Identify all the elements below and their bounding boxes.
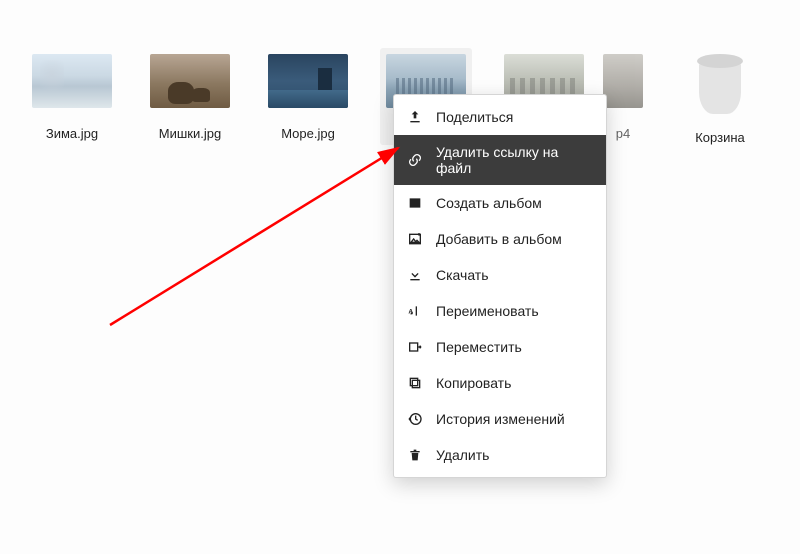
menu-move[interactable]: Переместить [394,329,606,365]
menu-label: Скачать [436,267,489,283]
file-label: Зима.jpg [46,126,98,141]
file-thumbnail [150,54,230,108]
file-thumbnail [268,54,348,108]
download-icon [406,266,424,284]
trash-icon [697,54,743,114]
file-item[interactable]: Мишки.jpg [144,48,236,145]
menu-delete[interactable]: Удалить [394,437,606,473]
svg-text:A: A [408,309,413,316]
menu-copy[interactable]: Копировать [394,365,606,401]
menu-rename[interactable]: A Переименовать [394,293,606,329]
move-icon [406,338,424,356]
menu-label: Переместить [436,339,522,355]
file-item[interactable]: Зима.jpg [26,48,118,145]
file-label: Море.jpg [281,126,335,141]
menu-label: Удалить ссылку на файл [436,144,592,176]
trash-small-icon [406,446,424,464]
history-icon [406,410,424,428]
image-icon [406,194,424,212]
rename-icon: A [406,302,424,320]
image-add-icon [406,230,424,248]
file-thumbnail [32,54,112,108]
menu-add-to-album[interactable]: Добавить в альбом [394,221,606,257]
file-thumbnail [603,54,643,108]
annotation-arrow [100,130,420,330]
menu-history[interactable]: История изменений [394,401,606,437]
menu-share[interactable]: Поделиться [394,99,606,135]
menu-label: Добавить в альбом [436,231,562,247]
menu-label: Копировать [436,375,511,391]
menu-create-album[interactable]: Создать альбом [394,185,606,221]
file-label: p4 [616,126,630,141]
share-icon [406,108,424,126]
menu-label: Поделиться [436,109,513,125]
menu-remove-link[interactable]: Удалить ссылку на файл [394,135,606,185]
context-menu: Поделиться Удалить ссылку на файл Создат… [393,94,607,478]
unlink-icon [406,151,424,169]
trash[interactable]: Корзина [674,48,766,145]
trash-label: Корзина [695,130,745,145]
menu-label: Переименовать [436,303,539,319]
copy-icon [406,374,424,392]
file-item[interactable]: Море.jpg [262,48,354,145]
menu-label: Создать альбом [436,195,542,211]
menu-download[interactable]: Скачать [394,257,606,293]
menu-label: История изменений [436,411,565,427]
file-label: Мишки.jpg [159,126,221,141]
menu-label: Удалить [436,447,489,463]
